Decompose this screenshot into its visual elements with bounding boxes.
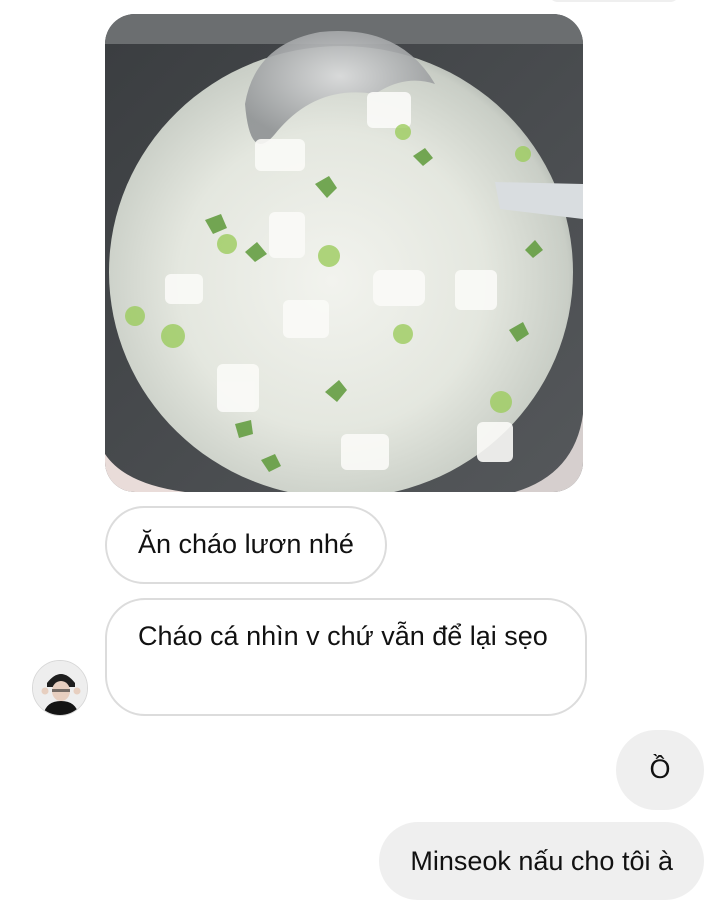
message-text: Minseok nấu cho tôi à bbox=[410, 846, 673, 876]
message-text: Ồ bbox=[649, 754, 671, 784]
sender-avatar[interactable] bbox=[32, 660, 88, 716]
porridge-image bbox=[105, 14, 583, 492]
message-outgoing[interactable]: Ồ bbox=[616, 730, 704, 810]
message-incoming[interactable]: Cháo cá nhìn v chứ vẫn để lại sẹo bbox=[105, 598, 587, 716]
porridge-photo[interactable] bbox=[105, 14, 583, 492]
avatar-image bbox=[33, 661, 87, 715]
message-incoming[interactable]: Ăn cháo lươn nhé bbox=[105, 506, 387, 584]
message-outgoing[interactable]: Minseok nấu cho tôi à bbox=[379, 822, 704, 900]
previous-message-bubble bbox=[548, 0, 680, 2]
message-text: Ăn cháo lươn nhé bbox=[138, 529, 354, 559]
message-text: Cháo cá nhìn v chứ vẫn để lại sẹo bbox=[138, 621, 548, 651]
